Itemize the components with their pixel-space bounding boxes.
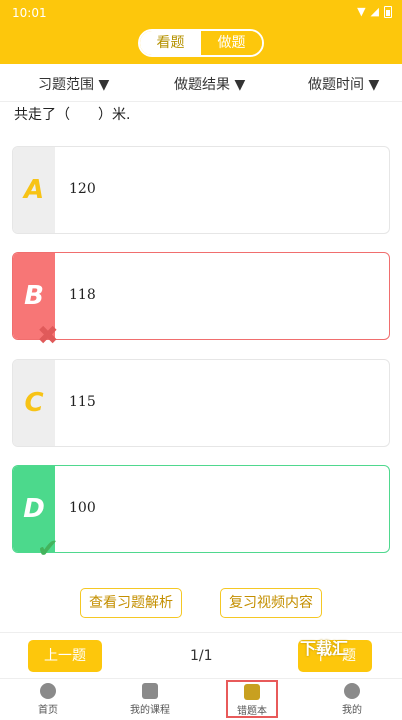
battery-icon [384,5,392,18]
system-icons: ▼ ◢ [357,5,392,18]
notebook-icon [244,684,260,700]
option-letter: A [13,147,55,233]
wrong-x-icon: ✖ [37,321,59,351]
option-value: 115 [69,394,96,410]
status-bar: 10:01 ▼ ◢ [0,0,402,26]
question-text: 共走了（ ）米. [14,107,131,123]
filter-time-dropdown[interactable]: 做题时间 ▼ [308,74,379,94]
bottom-tab-bar: 首页 我的课程 错题本 我的 [0,678,402,720]
option-c[interactable]: C 115 [12,359,390,447]
tab-label: 我的课程 [130,705,170,716]
tab-view-questions[interactable]: 看题 [140,31,201,55]
tab-label: 我的 [342,705,362,716]
option-value: 118 [69,287,96,303]
tab-home[interactable]: 首页 [18,681,78,716]
tab-mistake-book[interactable]: 错题本 [226,680,278,718]
watermark: 下载汇 [300,639,349,658]
pager-bar: 上一题 1/1 下一题 下载汇 [0,632,402,678]
app-header: 10:01 ▼ ◢ 看题 做题 [0,0,402,64]
signal-icon: ▼ [357,5,366,18]
tab-label: 首页 [38,705,58,716]
status-time: 10:01 [12,6,47,20]
filter-bar: 习题范围 ▼ 做题结果 ▼ 做题时间 ▼ [0,64,402,102]
filter-range-dropdown[interactable]: 习题范围 ▼ [38,74,109,94]
calendar-icon [142,683,158,699]
profile-icon [344,683,360,699]
option-letter: C [13,360,55,446]
tab-label: 错题本 [237,706,267,717]
view-analysis-button[interactable]: 查看习题解析 [80,588,182,618]
option-value: 120 [69,181,96,197]
filter-result-dropdown[interactable]: 做题结果 ▼ [174,74,245,94]
option-b[interactable]: B 118 ✖ [12,252,390,351]
tab-mine[interactable]: 我的 [322,681,382,716]
mode-toggle: 看题 做题 [138,29,264,57]
option-d[interactable]: D 100 ✔ [12,465,390,564]
option-a[interactable]: A 120 [12,146,390,234]
prev-question-button[interactable]: 上一题 [28,640,102,672]
option-value: 100 [69,500,96,516]
page-indicator: 1/1 [190,648,213,664]
review-video-button[interactable]: 复习视频内容 [220,588,322,618]
compass-icon [40,683,56,699]
cellular-icon: ◢ [370,5,379,18]
tab-my-courses[interactable]: 我的课程 [120,681,180,716]
correct-check-icon: ✔ [37,534,59,564]
tab-do-questions[interactable]: 做题 [201,31,262,55]
